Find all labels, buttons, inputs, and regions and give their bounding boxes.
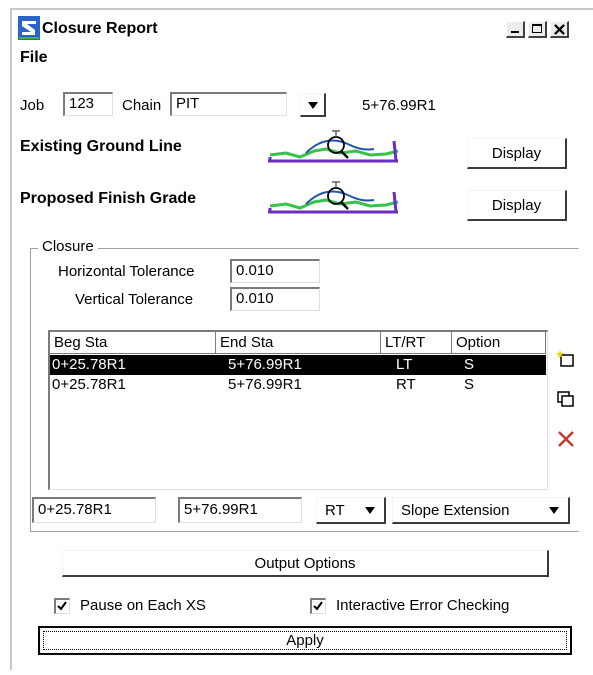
copy-row-icon[interactable] (556, 389, 576, 409)
window-title: Closure Report (42, 20, 158, 37)
job-field[interactable]: 123 (63, 92, 113, 116)
chain-field[interactable]: PIT (170, 92, 287, 116)
closure-list[interactable]: Beg Sta End Sta LT/RT Option 0+25.78R1 5… (48, 330, 548, 490)
horizontal-tolerance-label: Horizontal Tolerance (58, 263, 195, 280)
job-label: Job (20, 97, 45, 114)
horizontal-tolerance-field[interactable]: 0.010 (230, 259, 320, 283)
row-beg-sta: 0+25.78R1 (52, 376, 126, 393)
option-dropdown-value: Slope Extension (401, 502, 510, 519)
side-dropdown[interactable]: RT (316, 497, 386, 524)
vertical-tolerance-field[interactable]: 0.010 (230, 287, 320, 311)
proposed-grade-icon[interactable] (266, 178, 400, 216)
column-header-lt-rt[interactable]: LT/RT (381, 332, 452, 354)
beg-sta-field[interactable]: 0+25.78R1 (32, 497, 156, 523)
menu-file[interactable]: File (20, 49, 48, 67)
vertical-tolerance-label: Vertical Tolerance (75, 291, 194, 308)
column-header-end-sta[interactable]: End Sta (216, 332, 381, 354)
chevron-down-icon (308, 102, 318, 109)
close-button[interactable] (550, 21, 569, 38)
row-end-sta: 5+76.99R1 (228, 356, 302, 373)
row-option: S (464, 356, 475, 373)
apply-focus-ring (43, 631, 567, 650)
closure-group-label: Closure (38, 238, 98, 255)
column-header-beg-sta[interactable]: Beg Sta (50, 332, 216, 354)
output-options-button[interactable]: Output Options (62, 550, 549, 577)
option-dropdown[interactable]: Slope Extension (392, 497, 570, 524)
column-header-option[interactable]: Option (452, 332, 546, 354)
title-bar[interactable]: Closure Report (12, 10, 593, 46)
delete-row-icon[interactable] (557, 430, 575, 448)
list-row[interactable]: 0+25.78R1 5+76.99R1 LT S (50, 355, 546, 375)
proposed-display-button[interactable]: Display (467, 190, 567, 221)
row-side: RT (396, 376, 416, 393)
row-end-sta: 5+76.99R1 (228, 376, 302, 393)
menu-bar: File (12, 46, 593, 72)
minimize-button[interactable] (506, 21, 525, 38)
error-checking-checkbox[interactable] (310, 598, 326, 614)
checkmark-icon (313, 601, 323, 611)
maximize-button[interactable] (528, 21, 547, 38)
existing-ground-icon[interactable] (266, 127, 400, 165)
error-checking-label[interactable]: Interactive Error Checking (336, 597, 509, 614)
side-dropdown-value: RT (325, 502, 345, 519)
close-icon (554, 24, 565, 35)
chain-dropdown-button[interactable] (300, 93, 326, 117)
chain-station: 5+76.99R1 (362, 97, 436, 114)
apply-button[interactable]: Apply (38, 626, 572, 655)
chain-label: Chain (122, 97, 162, 114)
minimize-icon (511, 31, 519, 33)
closure-report-window: Closure Report File Job 123 Chain PIT 5+… (10, 8, 593, 670)
row-beg-sta: 0+25.78R1 (52, 356, 126, 373)
maximize-icon (532, 24, 542, 33)
app-icon (18, 16, 40, 40)
add-row-icon[interactable] (556, 349, 576, 369)
list-row[interactable]: 0+25.78R1 5+76.99R1 RT S (50, 375, 546, 395)
pause-checkbox[interactable] (54, 598, 70, 614)
checkmark-icon (57, 601, 67, 611)
proposed-grade-label: Proposed Finish Grade (20, 190, 197, 207)
row-option: S (464, 376, 475, 393)
row-side: LT (396, 356, 413, 373)
existing-display-button[interactable]: Display (467, 138, 567, 169)
end-sta-field[interactable]: 5+76.99R1 (178, 497, 302, 523)
pause-label[interactable]: Pause on Each XS (80, 597, 206, 614)
existing-ground-label: Existing Ground Line (20, 138, 182, 155)
chevron-down-icon (365, 507, 375, 514)
chevron-down-icon (549, 507, 559, 514)
